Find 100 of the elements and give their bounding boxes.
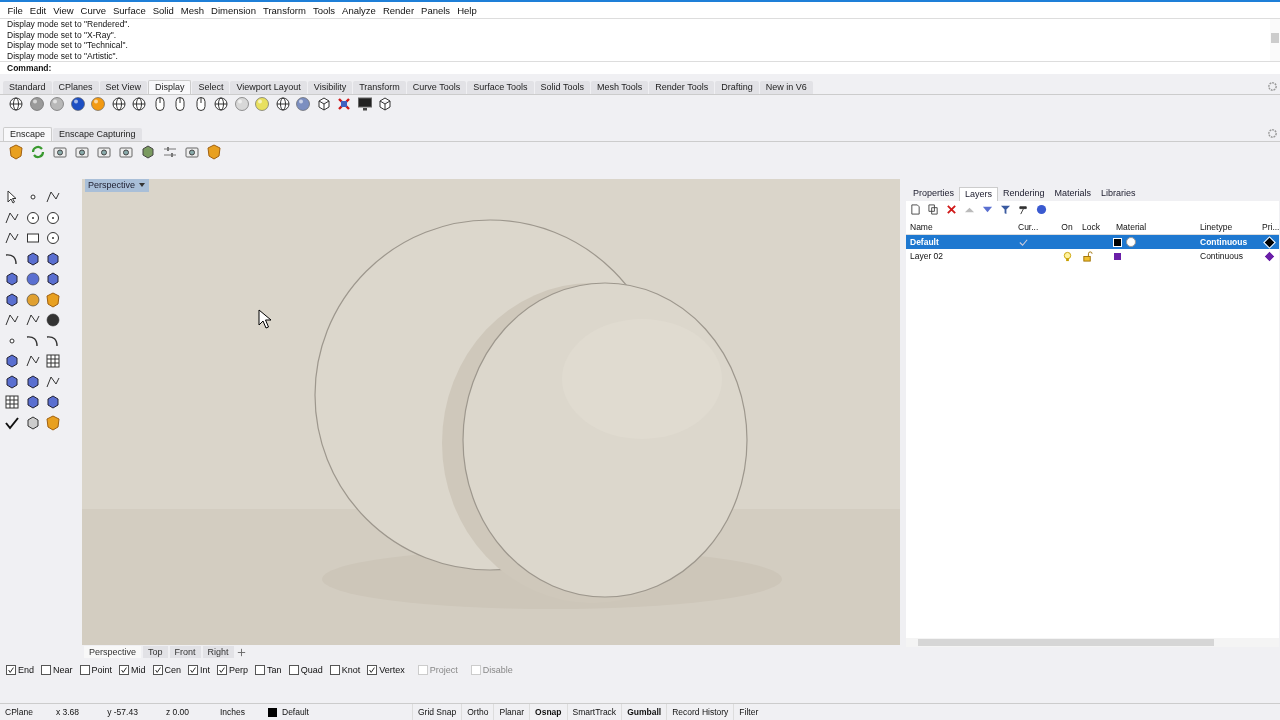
osnap-checkbox[interactable]: Knot	[329, 665, 361, 675]
units-label[interactable]: Inches	[205, 707, 260, 717]
panel-tab[interactable]: Materials	[1049, 187, 1097, 201]
layer-row[interactable]: Default Continuous	[906, 235, 1279, 249]
column-header[interactable]: Material	[1112, 220, 1196, 234]
sphere-icon[interactable]	[45, 312, 61, 328]
column-header[interactable]: Linetype	[1196, 220, 1258, 234]
panel-tab[interactable]: Libraries	[1096, 187, 1141, 201]
status-toggle[interactable]: Grid Snap	[411, 704, 462, 720]
globe-icon[interactable]	[274, 96, 291, 112]
status-toggle[interactable]: Filter	[733, 704, 764, 720]
current-layer[interactable]: Default	[277, 707, 314, 717]
monitor-icon[interactable]	[356, 96, 373, 112]
toolbar-tab[interactable]: Enscape	[3, 127, 53, 141]
menu-item[interactable]: View	[49, 4, 78, 16]
camera-icon[interactable]	[118, 144, 134, 160]
sphere-icon[interactable]	[24, 271, 41, 287]
new-layer-icon[interactable]	[910, 203, 921, 215]
material-ball[interactable]	[1126, 237, 1136, 247]
globe-icon[interactable]	[213, 96, 229, 112]
menu-item[interactable]: Transform	[259, 4, 310, 16]
mouse-icon[interactable]	[172, 96, 188, 112]
osnap-checkbox[interactable]: Int	[188, 665, 211, 675]
osnap-checkbox[interactable]: Tan	[255, 665, 282, 675]
camera-icon[interactable]	[52, 144, 68, 160]
refresh-icon[interactable]	[30, 144, 46, 160]
globe-icon[interactable]	[131, 96, 147, 112]
status-toggle[interactable]: Record History	[666, 704, 734, 720]
toolbar-tab[interactable]: Curve Tools	[406, 81, 467, 94]
toolbar-tab[interactable]: Viewport Layout	[230, 81, 307, 94]
viewport-tab[interactable]: Perspective	[84, 646, 142, 658]
shield-icon[interactable]	[45, 291, 61, 308]
menu-item[interactable]: Render	[379, 4, 418, 16]
viewport-tab[interactable]: Top	[143, 646, 168, 658]
panel-tab[interactable]: Rendering	[998, 187, 1050, 201]
osnap-checkbox[interactable]: Quad	[288, 665, 323, 675]
layer-color-swatch[interactable]	[268, 707, 277, 717]
menu-item[interactable]: Analyze	[338, 4, 380, 16]
osnap-checkbox[interactable]: Vertex	[367, 665, 405, 675]
caret-icon[interactable]	[138, 181, 147, 189]
status-toggle[interactable]: Gumball	[621, 704, 667, 720]
menu-item[interactable]: Solid	[149, 4, 178, 16]
column-header[interactable]: Pri...	[1258, 220, 1279, 234]
scrollbar[interactable]	[906, 638, 1279, 647]
menu-item[interactable]: Help	[453, 4, 481, 16]
toolbar-tab[interactable]: Solid Tools	[534, 81, 590, 94]
sliders-icon[interactable]	[162, 144, 178, 160]
polyline-icon[interactable]	[4, 230, 20, 246]
toolbar-tab[interactable]: New in V6	[759, 81, 813, 94]
toolbar-tab[interactable]: Mesh Tools	[590, 81, 649, 94]
scrollbar[interactable]	[1270, 19, 1280, 61]
shield-icon[interactable]	[8, 144, 24, 160]
toolbar-tab[interactable]: Select	[192, 81, 230, 94]
filter-icon[interactable]	[1000, 203, 1011, 215]
status-toggle[interactable]: Osnap	[529, 704, 567, 720]
column-header[interactable]: On	[1052, 220, 1078, 234]
menu-item[interactable]: Edit	[26, 4, 50, 16]
toolbar-tab[interactable]: Surface Tools	[467, 81, 534, 94]
toolbar-tab[interactable]: CPlanes	[52, 81, 99, 94]
grid-icon[interactable]	[4, 394, 20, 410]
toolbar-tab[interactable]: Drafting	[715, 81, 759, 94]
circle-icon[interactable]	[45, 230, 61, 246]
column-header[interactable]: Lock	[1078, 220, 1112, 234]
viewport-title[interactable]: Perspective	[85, 179, 150, 192]
toolbar-tab[interactable]: Standard	[3, 81, 52, 94]
layer-row[interactable]: Layer 02 Continuous	[906, 249, 1279, 263]
status-toggle[interactable]: Ortho	[461, 704, 494, 720]
copy-icon[interactable]	[928, 203, 939, 215]
osnap-checkbox[interactable]: Perp	[217, 665, 249, 675]
viewport-tab[interactable]: Front	[169, 646, 201, 658]
menu-item[interactable]: Dimension	[207, 4, 260, 16]
toolbar-tab[interactable]: Set View	[99, 81, 147, 94]
globe-icon[interactable]	[110, 96, 127, 112]
padlock-icon[interactable]	[1082, 250, 1093, 262]
menu-item[interactable]: Panels	[417, 4, 454, 16]
polyline-icon[interactable]	[24, 353, 41, 369]
toolbar-tab[interactable]: Visibility	[307, 81, 353, 94]
grid-icon[interactable]	[45, 353, 61, 369]
color-swatch[interactable]	[1113, 237, 1122, 247]
print-color-swatch[interactable]	[1264, 237, 1275, 247]
delete-icon[interactable]	[946, 203, 957, 215]
menu-item[interactable]: File	[4, 4, 27, 16]
cplane-label[interactable]: CPlane	[0, 707, 40, 717]
shield-icon[interactable]	[45, 414, 61, 431]
polyline-icon[interactable]	[4, 312, 20, 328]
menu-item[interactable]: Surface	[109, 4, 150, 16]
toolbar-tab[interactable]: Render Tools	[649, 81, 715, 94]
color-swatch[interactable]	[1113, 251, 1122, 261]
shield-icon[interactable]	[206, 144, 222, 160]
camera-icon[interactable]	[74, 144, 90, 160]
menu-item[interactable]: Mesh	[177, 4, 208, 16]
column-header[interactable]: Name	[906, 220, 1014, 234]
viewport-tab[interactable]: Right	[202, 646, 234, 658]
polyline-icon[interactable]	[24, 312, 41, 328]
osnap-checkbox[interactable]: Near	[41, 665, 73, 675]
menu-item[interactable]: Tools	[309, 4, 339, 16]
globe-icon[interactable]	[8, 96, 24, 112]
status-toggle[interactable]: Planar	[493, 704, 530, 720]
print-color-swatch[interactable]	[1264, 251, 1275, 261]
circle-icon[interactable]	[45, 209, 61, 226]
